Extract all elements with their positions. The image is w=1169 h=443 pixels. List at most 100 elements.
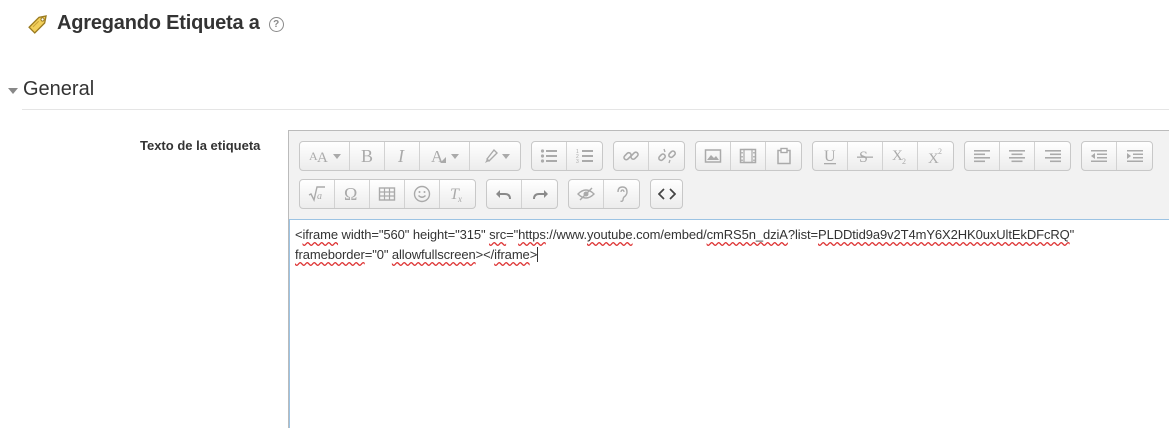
field-label: Texto de la etiqueta — [140, 138, 261, 153]
clipboard-icon — [776, 147, 791, 165]
rich-text-editor: A A B I A 1 2 3 U S X 2 X 2 a Ω T x <ifr… — [288, 130, 1169, 428]
bold-button[interactable]: B — [350, 142, 385, 170]
toolbar-group-source — [650, 179, 683, 209]
omega-icon: Ω — [344, 185, 357, 203]
outdent-button[interactable] — [1082, 142, 1117, 170]
toolbar-row-2: a Ω Tx — [299, 179, 693, 209]
table-button[interactable] — [370, 180, 405, 208]
caret-down-icon — [8, 87, 18, 94]
code-icon — [657, 188, 676, 200]
highlight-button[interactable] — [470, 142, 520, 170]
toolbar-group-history — [486, 179, 558, 209]
underline-button[interactable]: U — [813, 142, 848, 170]
source-text: ></ — [475, 247, 495, 262]
source-text: ="0" — [364, 247, 392, 262]
help-icon[interactable]: ? — [268, 16, 284, 32]
section-title: General — [23, 78, 95, 100]
spellcheck-flagged-text: cmRS5n_dziA — [706, 227, 788, 242]
undo-icon — [496, 190, 511, 200]
unordered-list-button[interactable] — [532, 142, 567, 170]
spellcheck-flagged-text: PLDDtid9a9v2T4mY6X2HK0uxUltEkDFcRQ — [818, 227, 1070, 242]
outdent-icon — [1091, 150, 1107, 162]
svg-text:U: U — [824, 148, 836, 165]
source-text: .com/embed/ — [632, 227, 707, 242]
toolbar-group-lists: 1 2 3 — [531, 141, 603, 171]
spellcheck-flagged-text: src — [489, 227, 507, 242]
strikethrough-button[interactable]: S — [848, 142, 883, 170]
source-text: =" — [506, 227, 519, 242]
image-button[interactable] — [696, 142, 731, 170]
numbered-list-icon: 1 2 3 — [576, 149, 593, 164]
unlink-button[interactable] — [649, 142, 684, 170]
dropdown-caret-icon — [501, 153, 510, 159]
link-button[interactable] — [614, 142, 649, 170]
unlink-icon — [657, 148, 676, 164]
source-text: ?list= — [787, 227, 819, 242]
link-icon — [623, 151, 639, 161]
highlighter-icon — [484, 148, 498, 163]
redo-button[interactable] — [522, 180, 557, 208]
indent-button[interactable] — [1117, 142, 1152, 170]
toolbar-group-insert: a Ω Tx — [299, 179, 476, 209]
italic-button[interactable]: I — [385, 142, 420, 170]
smiley-icon — [413, 185, 431, 203]
subscript-button[interactable]: X2 — [883, 142, 918, 170]
clear-formatting-icon: Tx — [450, 186, 462, 203]
special-character-button[interactable]: Ω — [335, 180, 370, 208]
toolbar-group-text-format: U S X2 X2 — [812, 141, 954, 171]
svg-text:3: 3 — [576, 159, 579, 164]
accessibility-checker-button[interactable] — [569, 180, 604, 208]
ear-icon — [616, 186, 628, 203]
svg-text:a: a — [317, 191, 322, 202]
dropdown-caret-icon — [333, 153, 341, 159]
source-line-1: <iframe width="560" height="315" src="ht… — [295, 227, 1074, 242]
source-text: > — [529, 247, 538, 262]
section-divider — [22, 109, 1169, 110]
section-toggle-general[interactable]: General — [8, 78, 94, 101]
emoticon-button[interactable] — [405, 180, 440, 208]
toolbar-group-style: A A B I A — [299, 141, 521, 171]
strikethrough-icon: S — [857, 149, 873, 165]
source-text: ://www. — [545, 227, 587, 242]
spellcheck-flagged-text: https — [518, 227, 546, 242]
svg-text:2: 2 — [938, 147, 942, 156]
page-title: Agregando Etiqueta a — [57, 11, 260, 34]
spellcheck-flagged-text: frameborder — [295, 247, 365, 262]
bold-icon: B — [361, 147, 373, 165]
page-header: Agregando Etiqueta a ? — [26, 8, 284, 38]
film-icon — [739, 148, 757, 164]
font-color-button[interactable]: A — [420, 142, 470, 170]
align-left-button[interactable] — [965, 142, 1000, 170]
media-button[interactable] — [731, 142, 766, 170]
screenreader-helper-button[interactable] — [604, 180, 639, 208]
spellcheck-flagged-text: iframe — [494, 247, 530, 262]
toolbar-group-accessibility — [568, 179, 640, 209]
table-icon — [378, 187, 396, 201]
redo-icon — [532, 190, 548, 200]
svg-text:2: 2 — [902, 157, 906, 165]
html-source-textarea[interactable]: <iframe width="560" height="315" src="ht… — [289, 219, 1169, 428]
superscript-icon: X2 — [928, 147, 942, 165]
html-source-button[interactable] — [651, 180, 682, 208]
italic-icon: I — [397, 147, 405, 165]
manage-files-button[interactable] — [766, 142, 801, 170]
ordered-list-button[interactable]: 1 2 3 — [567, 142, 602, 170]
square-root-icon: a — [308, 186, 325, 203]
align-center-button[interactable] — [1000, 142, 1035, 170]
svg-text:B: B — [361, 147, 373, 165]
align-left-icon — [974, 150, 990, 163]
svg-text:I: I — [397, 147, 405, 165]
eye-slash-icon — [577, 187, 595, 201]
font-size-icon: A A — [309, 149, 328, 165]
superscript-button[interactable]: X2 — [918, 142, 953, 170]
font-size-button[interactable]: A A — [300, 142, 350, 170]
spellcheck-flagged-text: allowfullscreen — [391, 247, 476, 262]
equation-button[interactable]: a — [300, 180, 335, 208]
bulleted-list-icon — [540, 149, 557, 163]
undo-button[interactable] — [487, 180, 522, 208]
align-right-button[interactable] — [1035, 142, 1070, 170]
clear-formatting-button[interactable]: Tx — [440, 180, 475, 208]
image-icon — [704, 149, 722, 163]
toolbar-group-align — [964, 141, 1071, 171]
subscript-icon: X2 — [892, 148, 906, 165]
